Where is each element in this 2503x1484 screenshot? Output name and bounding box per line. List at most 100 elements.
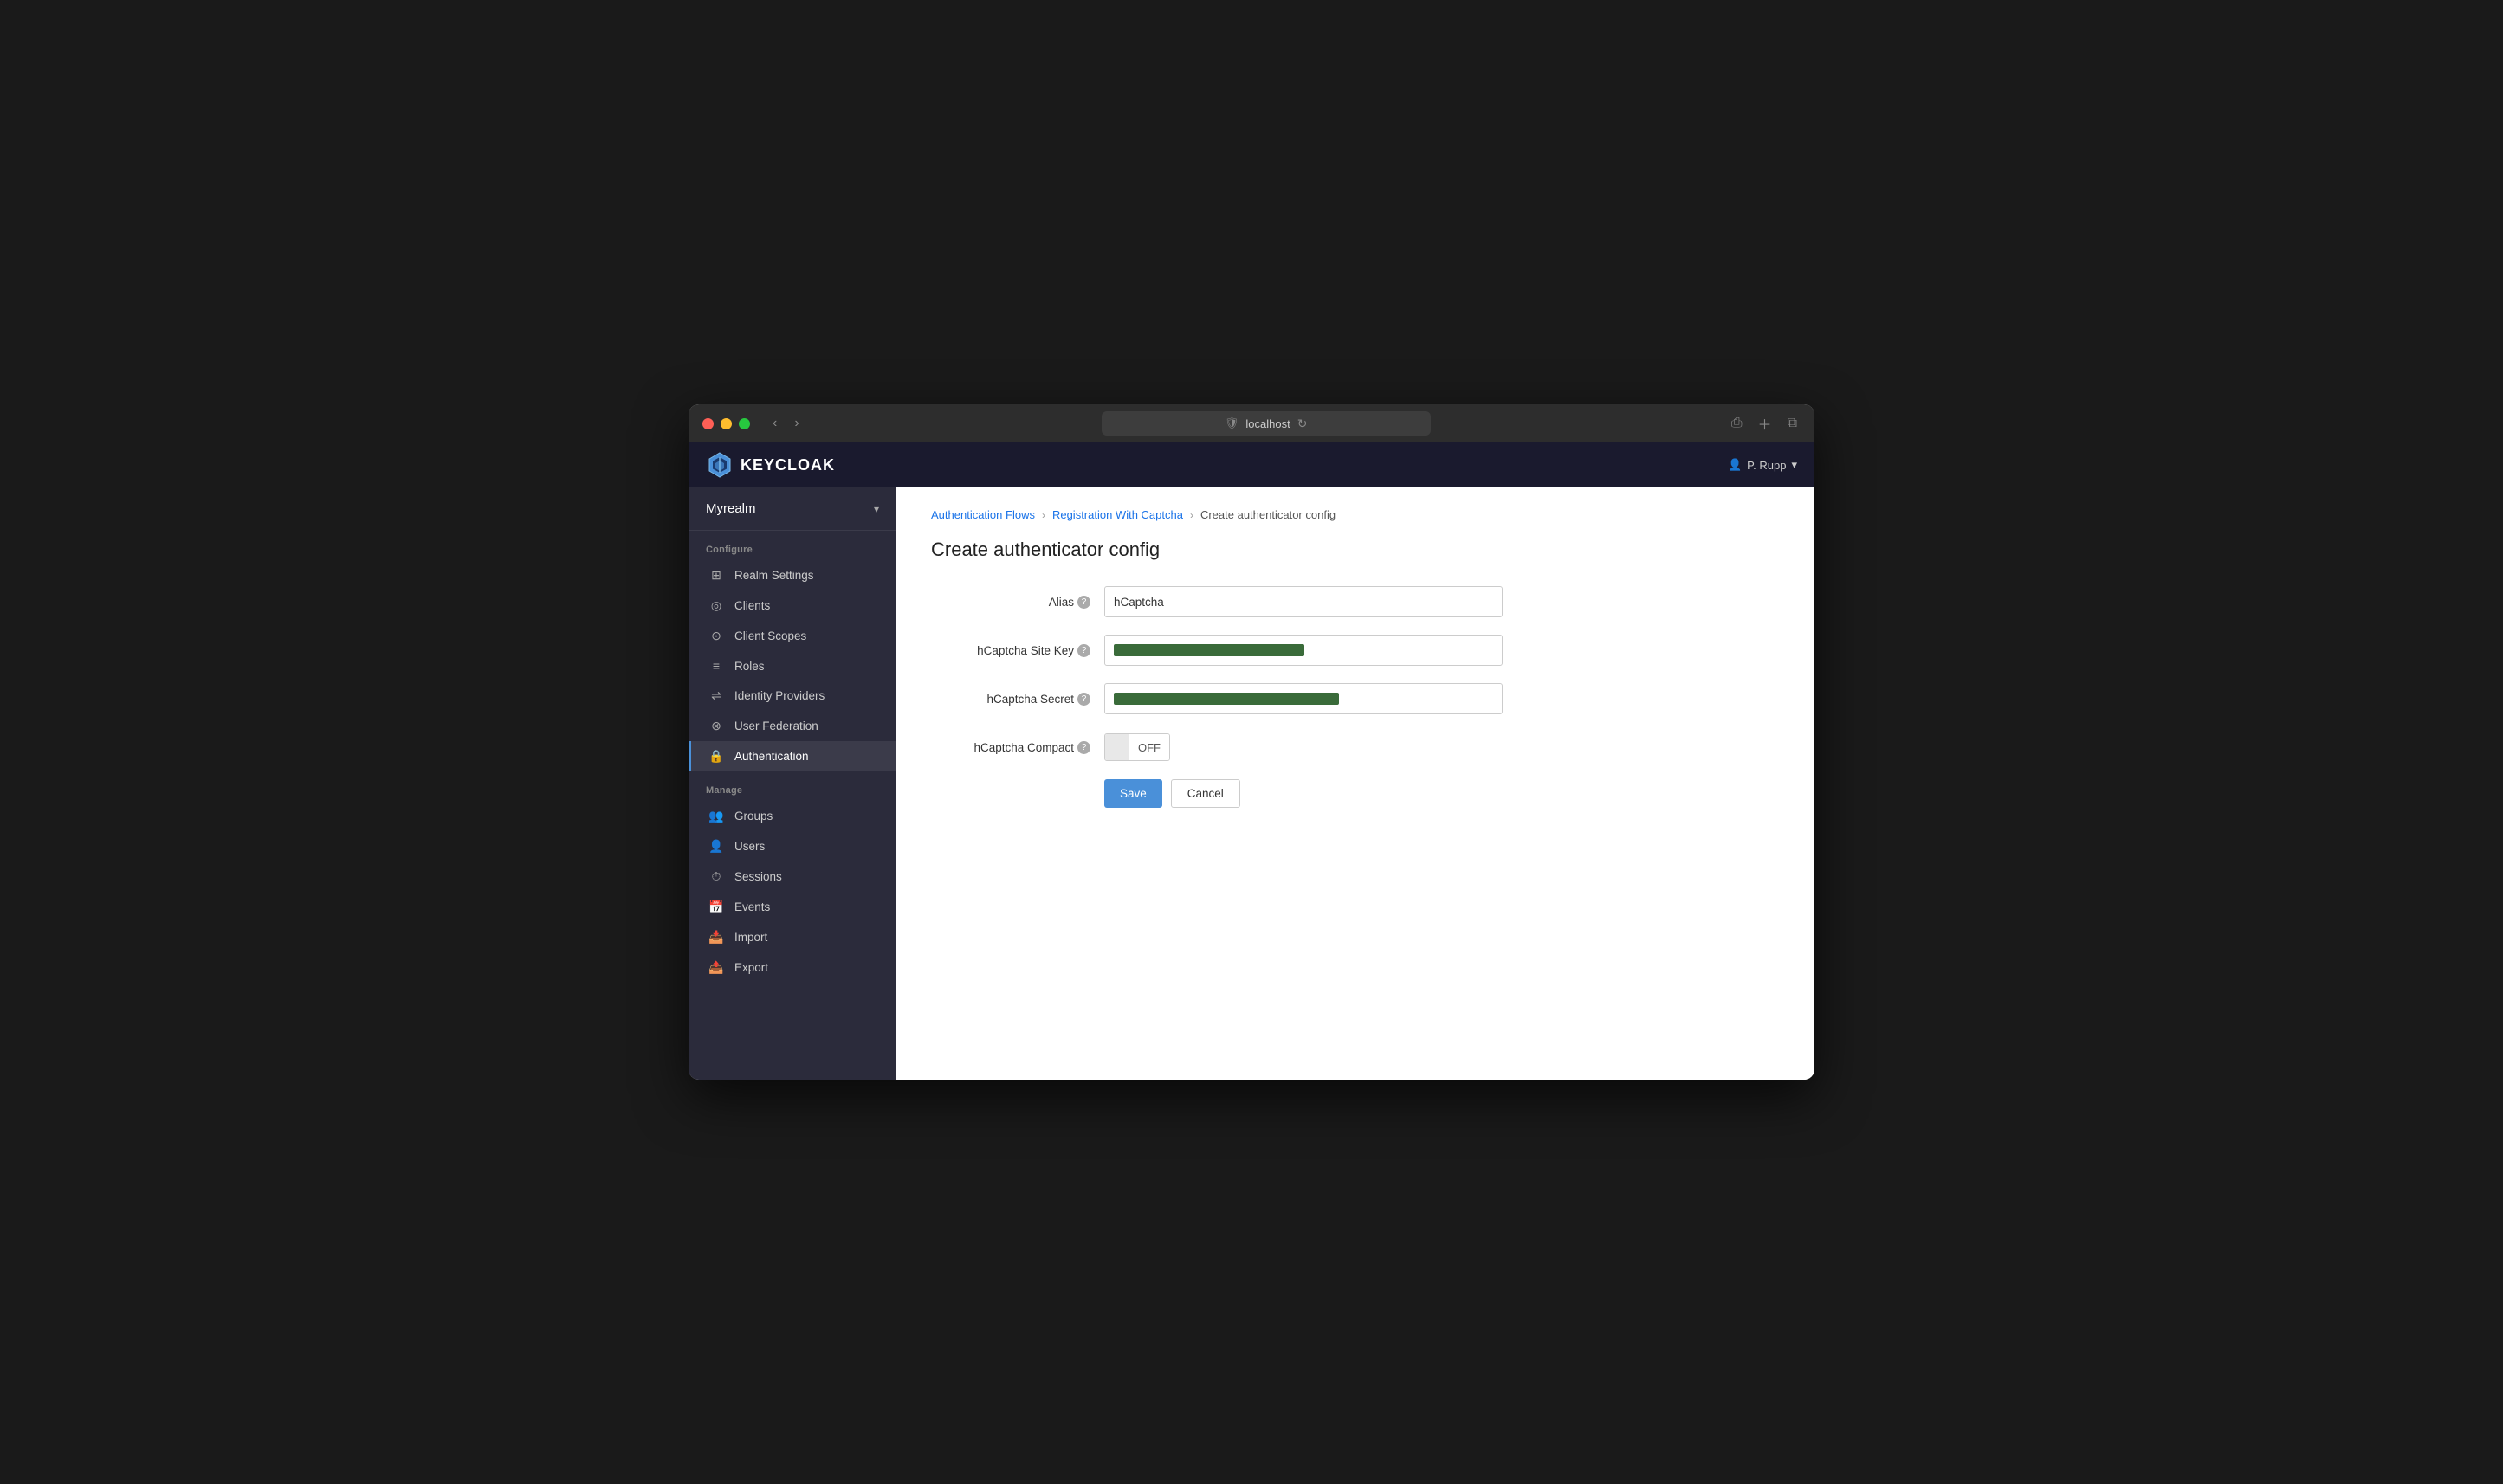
compact-row: hCaptcha Compact ? OFF (931, 731, 1780, 764)
authentication-icon: 🔒 (708, 749, 724, 764)
sessions-icon: ⏱ (708, 869, 724, 884)
keycloak-logo: KEYCLOAK (706, 451, 835, 479)
app-container: KEYCLOAK 👤 P. Rupp ▾ Myrealm ▾ Configure… (689, 442, 1814, 1080)
secret-label: hCaptcha Secret ? (931, 693, 1104, 706)
address-bar-wrapper: 🛡 localhost ↻ (815, 411, 1717, 436)
sidebar-item-label: Events (734, 900, 770, 913)
sidebar-item-label: User Federation (734, 719, 818, 732)
browser-titlebar: ‹ › 🛡 localhost ↻ ⎙ ＋ ⧉ (689, 404, 1814, 442)
sidebar-item-label: Authentication (734, 750, 809, 763)
save-button[interactable]: Save (1104, 779, 1162, 808)
page-title: Create authenticator config (931, 539, 1780, 561)
secret-help-icon[interactable]: ? (1077, 693, 1090, 706)
sidebar-item-label: Clients (734, 599, 770, 612)
browser-window: ‹ › 🛡 localhost ↻ ⎙ ＋ ⧉ (689, 404, 1814, 1080)
sidebar-item-clients[interactable]: ◎ Clients (689, 590, 896, 621)
browser-controls: ‹ › (767, 414, 805, 433)
toggle-knob (1105, 734, 1129, 760)
breadcrumb-separator-1: › (1042, 509, 1045, 521)
sidebar-item-authentication[interactable]: 🔒 Authentication (689, 741, 896, 771)
sidebar-item-label: Realm Settings (734, 569, 814, 582)
share-button[interactable]: ⎙ (1728, 414, 1746, 433)
close-button[interactable] (702, 418, 714, 429)
compact-help-icon[interactable]: ? (1077, 741, 1090, 754)
groups-icon: 👥 (708, 809, 724, 823)
secret-row: hCaptcha Secret ? (931, 682, 1780, 715)
secret-input[interactable] (1104, 683, 1503, 714)
site-key-help-icon[interactable]: ? (1077, 644, 1090, 657)
site-key-input[interactable] (1104, 635, 1503, 666)
breadcrumb-registration-with-captcha[interactable]: Registration With Captcha (1052, 508, 1183, 521)
sidebar-item-realm-settings[interactable]: ⊞ Realm Settings (689, 560, 896, 590)
sidebar-item-sessions[interactable]: ⏱ Sessions (689, 861, 896, 892)
sidebar: Myrealm ▾ Configure ⊞ Realm Settings ◎ C… (689, 487, 896, 1080)
cancel-button[interactable]: Cancel (1171, 779, 1240, 808)
sidebar-item-label: Roles (734, 660, 765, 673)
sidebar-item-users[interactable]: 👤 Users (689, 831, 896, 861)
toggle-box[interactable]: OFF (1104, 733, 1170, 761)
sidebar-toggle-button[interactable]: ⧉ (1784, 414, 1801, 433)
url-text: localhost (1245, 417, 1290, 430)
sidebar-item-label: Import (734, 931, 767, 944)
new-tab-button[interactable]: ＋ (1755, 411, 1775, 436)
forward-button[interactable]: › (789, 414, 804, 433)
reload-icon[interactable]: ↻ (1297, 416, 1308, 431)
sidebar-item-label: Groups (734, 810, 773, 823)
main-area: Myrealm ▾ Configure ⊞ Realm Settings ◎ C… (689, 487, 1814, 1080)
user-chevron-icon: ▾ (1791, 458, 1797, 472)
realm-settings-icon: ⊞ (708, 568, 724, 583)
alias-help-icon[interactable]: ? (1077, 596, 1090, 609)
authenticator-config-form: Alias ? hCaptcha Site Key ? (931, 585, 1780, 808)
identity-providers-icon: ⇌ (708, 688, 724, 703)
sidebar-item-user-federation[interactable]: ⊗ User Federation (689, 711, 896, 741)
client-scopes-icon: ⊙ (708, 629, 724, 643)
realm-name: Myrealm (706, 501, 756, 516)
traffic-lights (702, 418, 750, 429)
events-icon: 📅 (708, 900, 724, 914)
alias-row: Alias ? (931, 585, 1780, 618)
sidebar-item-label: Identity Providers (734, 689, 825, 702)
sidebar-item-identity-providers[interactable]: ⇌ Identity Providers (689, 681, 896, 711)
address-bar[interactable]: 🛡 localhost ↻ (1102, 411, 1431, 436)
compact-label: hCaptcha Compact ? (931, 741, 1104, 754)
user-menu[interactable]: 👤 P. Rupp ▾ (1728, 458, 1797, 472)
sidebar-item-label: Client Scopes (734, 629, 806, 642)
breadcrumb-current: Create authenticator config (1200, 508, 1336, 521)
user-federation-icon: ⊗ (708, 719, 724, 733)
toggle-off-label: OFF (1129, 734, 1169, 760)
app-header: KEYCLOAK 👤 P. Rupp ▾ (689, 442, 1814, 487)
back-button[interactable]: ‹ (767, 414, 782, 433)
alias-input[interactable] (1104, 586, 1503, 617)
maximize-button[interactable] (739, 418, 750, 429)
sidebar-item-groups[interactable]: 👥 Groups (689, 801, 896, 831)
sidebar-item-import[interactable]: 📥 Import (689, 922, 896, 952)
breadcrumb-authentication-flows[interactable]: Authentication Flows (931, 508, 1035, 521)
content-inner: Authentication Flows › Registration With… (896, 487, 1814, 1080)
user-icon: 👤 (1728, 458, 1742, 472)
sidebar-item-roles[interactable]: ≡ Roles (689, 651, 896, 681)
compact-toggle[interactable]: OFF (1104, 733, 1170, 761)
sidebar-item-client-scopes[interactable]: ⊙ Client Scopes (689, 621, 896, 651)
shield-icon: 🛡 (1225, 416, 1239, 430)
realm-selector[interactable]: Myrealm ▾ (689, 487, 896, 531)
secret-value-bar (1114, 693, 1339, 705)
site-key-row: hCaptcha Site Key ? (931, 634, 1780, 667)
configure-section-label: Configure (689, 531, 896, 560)
form-buttons: Save Cancel (931, 779, 1780, 808)
content-area: Authentication Flows › Registration With… (896, 487, 1814, 1080)
sidebar-item-export[interactable]: 📤 Export (689, 952, 896, 983)
breadcrumb-separator-2: › (1190, 509, 1193, 521)
breadcrumb: Authentication Flows › Registration With… (931, 508, 1780, 521)
sidebar-item-events[interactable]: 📅 Events (689, 892, 896, 922)
logo-text: KEYCLOAK (741, 456, 835, 474)
browser-actions: ⎙ ＋ ⧉ (1728, 411, 1801, 436)
import-icon: 📥 (708, 930, 724, 945)
keycloak-logo-icon (706, 451, 734, 479)
minimize-button[interactable] (721, 418, 732, 429)
site-key-value-bar (1114, 644, 1304, 656)
export-icon: 📤 (708, 960, 724, 975)
users-icon: 👤 (708, 839, 724, 854)
sidebar-item-label: Sessions (734, 870, 782, 883)
sidebar-item-label: Users (734, 840, 765, 853)
site-key-label: hCaptcha Site Key ? (931, 644, 1104, 657)
